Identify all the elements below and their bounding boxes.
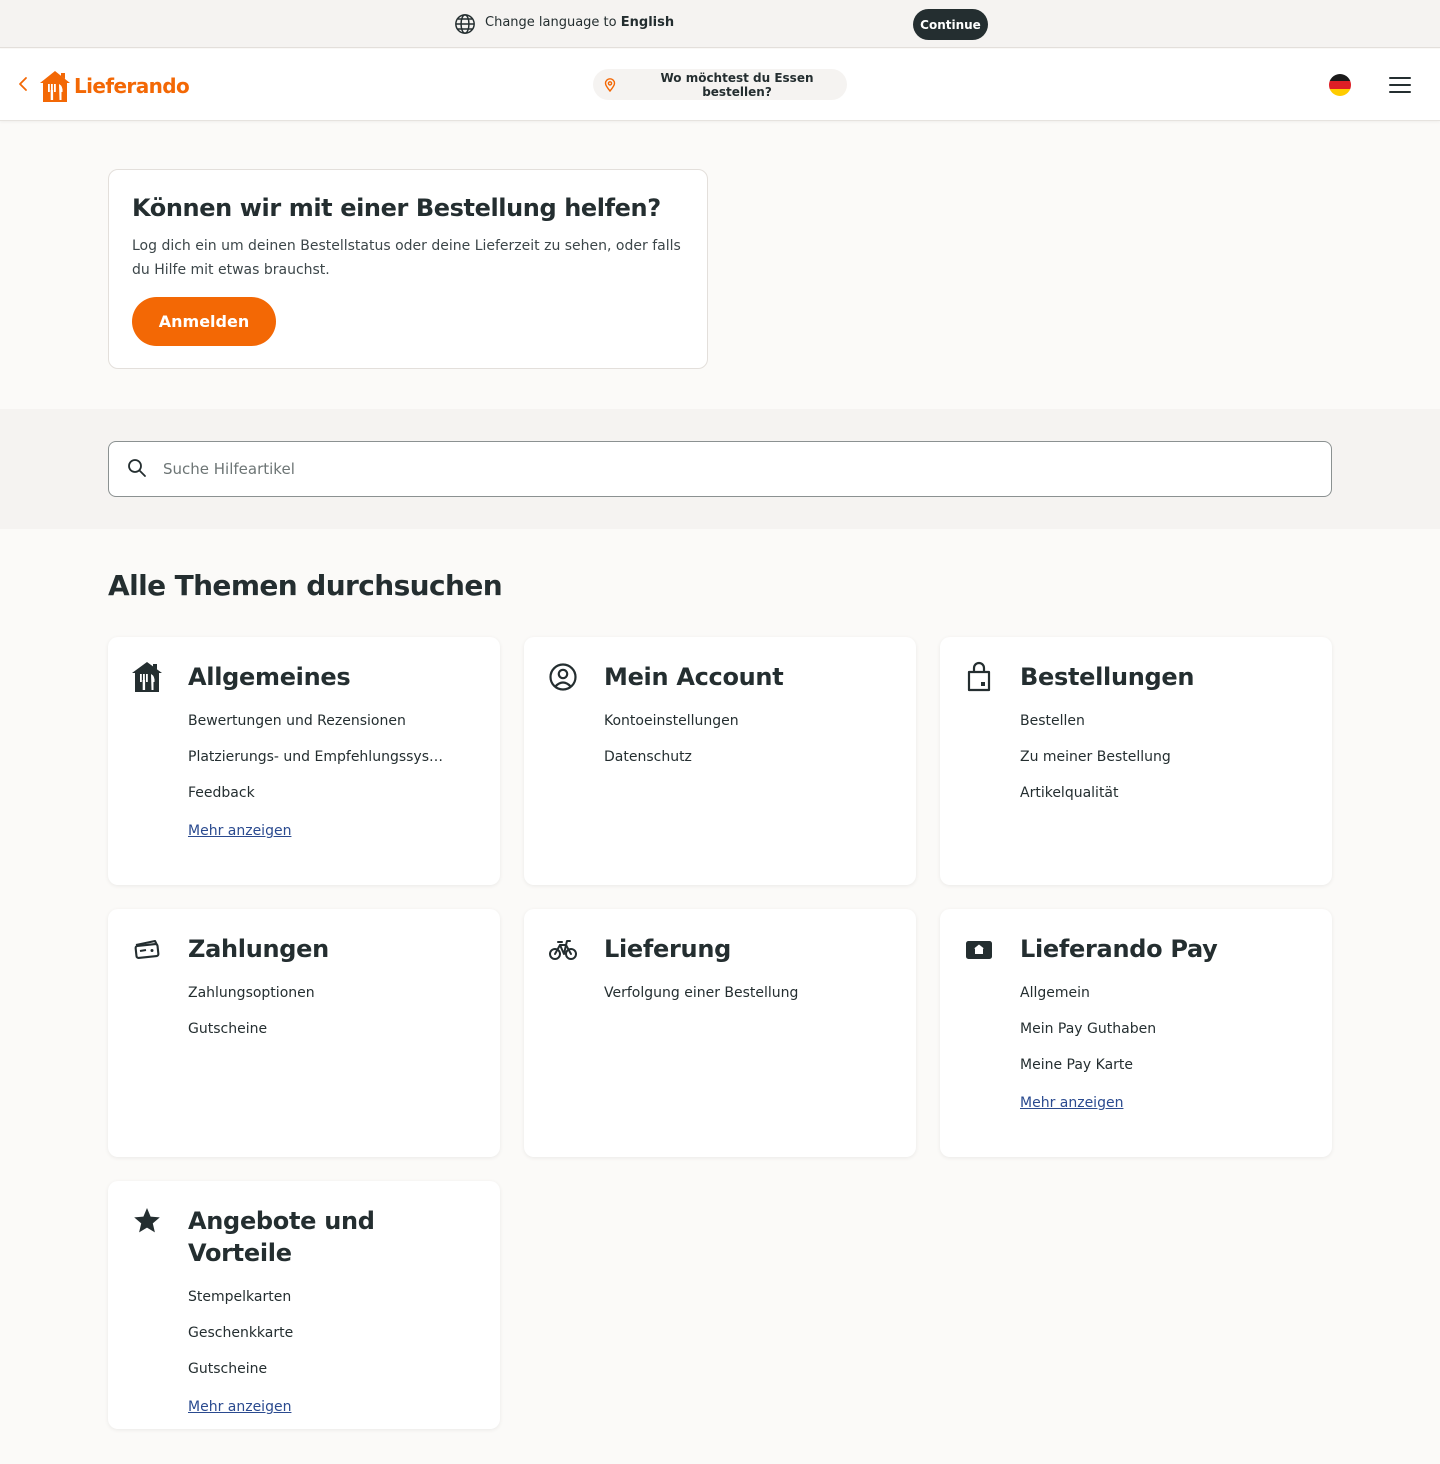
topic-title[interactable]: Mein Account: [604, 661, 894, 693]
topic-link[interactable]: Allgemein: [1020, 983, 1156, 1019]
hamburger-menu-icon[interactable]: [1388, 75, 1412, 95]
topic-link[interactable]: Artikelqualität: [1020, 783, 1171, 819]
topic-links: Stempelkarten Geschenkkarte Gutscheine: [188, 1287, 293, 1395]
topic-link[interactable]: Stempelkarten: [188, 1287, 293, 1323]
topic-links: Verfolgung einer Bestellung: [604, 983, 798, 1019]
location-pin-icon: [604, 77, 616, 92]
topic-link[interactable]: Meine Pay Karte: [1020, 1055, 1156, 1091]
topic-title[interactable]: Lieferung: [604, 933, 894, 965]
user-circle-icon: [549, 663, 577, 691]
login-card-title: Können wir mit einer Bestellung helfen?: [132, 194, 661, 222]
language-prompt: Change language to English: [485, 15, 674, 30]
topic-link[interactable]: Zu meiner Bestellung: [1020, 747, 1171, 783]
address-prompt: Wo möchtest du Essen bestellen?: [660, 70, 814, 99]
topic-card-allgemeines: Allgemeines Bewertungen und Rezensionen …: [108, 637, 500, 885]
topic-link[interactable]: Feedback: [188, 783, 443, 819]
topic-link[interactable]: Bestellen: [1020, 711, 1171, 747]
topic-links: Bestellen Zu meiner Bestellung Artikelqu…: [1020, 711, 1171, 819]
shopping-bag-icon: [967, 661, 991, 692]
search-input[interactable]: [163, 442, 1313, 496]
topics-section-title: Alle Themen durchsuchen: [108, 569, 503, 602]
lieferando-logo[interactable]: Lieferando: [39, 69, 190, 103]
topic-title[interactable]: Bestellungen: [1020, 661, 1310, 693]
topic-card-zahlungen: Zahlungen Zahlungsoptionen Gutscheine: [108, 909, 500, 1157]
topic-card-bestellungen: Bestellungen Bestellen Zu meiner Bestell…: [940, 637, 1332, 885]
continue-button[interactable]: Continue: [913, 9, 988, 40]
topic-title[interactable]: Angebote und Vorteile: [188, 1205, 478, 1269]
topic-link[interactable]: Platzierungs- und Empfehlungssys…: [188, 747, 443, 783]
topic-card-angebote-und-vorteile: Angebote und Vorteile Stempelkarten Gesc…: [108, 1181, 500, 1429]
search-box[interactable]: [108, 441, 1332, 497]
topic-links: Kontoeinstellungen Datenschutz: [604, 711, 739, 783]
topic-link[interactable]: Gutscheine: [188, 1019, 315, 1055]
topic-link[interactable]: Kontoeinstellungen: [604, 711, 739, 747]
lieferando-house-icon: [132, 662, 162, 692]
lieferando-house-icon: [40, 70, 70, 102]
login-card-text: Log dich ein um deinen Bestellstatus ode…: [132, 238, 681, 278]
topic-link[interactable]: Datenschutz: [604, 747, 739, 783]
login-button[interactable]: Anmelden: [132, 297, 276, 346]
language-prefix: Change language to: [485, 15, 617, 30]
topic-link[interactable]: Geschenkkarte: [188, 1323, 293, 1359]
language-bar: Change language to English Continue: [0, 0, 1440, 48]
wallet-icon: [966, 941, 992, 959]
topic-link[interactable]: Bewertungen und Rezensionen: [188, 711, 443, 747]
site-header: Lieferando Wo möchtest du Essen bestelle…: [0, 49, 1440, 121]
topic-link[interactable]: Verfolgung einer Bestellung: [604, 983, 798, 1019]
logo-text: Lieferando: [74, 74, 190, 98]
show-more-link[interactable]: Mehr anzeigen: [1020, 1095, 1123, 1111]
globe-icon: [455, 14, 475, 34]
search-icon: [128, 459, 146, 477]
show-more-link[interactable]: Mehr anzeigen: [188, 1399, 291, 1415]
topic-card-lieferung: Lieferung Verfolgung einer Bestellung: [524, 909, 916, 1157]
login-help-card: Können wir mit einer Bestellung helfen? …: [108, 169, 708, 369]
topic-title[interactable]: Allgemeines: [188, 661, 478, 693]
search-section: [0, 409, 1440, 529]
topic-card-lieferando-pay: Lieferando Pay Allgemein Mein Pay Guthab…: [940, 909, 1332, 1157]
show-more-link[interactable]: Mehr anzeigen: [188, 823, 291, 839]
topic-links: Allgemein Mein Pay Guthaben Meine Pay Ka…: [1020, 983, 1156, 1091]
star-icon: [134, 1208, 160, 1233]
topic-card-mein-account: Mein Account Kontoeinstellungen Datensch…: [524, 637, 916, 885]
topic-title[interactable]: Lieferando Pay: [1020, 933, 1310, 965]
address-selector-button[interactable]: Wo möchtest du Essen bestellen?: [593, 69, 847, 100]
topic-link[interactable]: Gutscheine: [188, 1359, 293, 1395]
german-flag-icon[interactable]: [1329, 74, 1351, 96]
language-name: English: [620, 15, 675, 30]
topic-link[interactable]: Mein Pay Guthaben: [1020, 1019, 1156, 1055]
topic-links: Zahlungsoptionen Gutscheine: [188, 983, 315, 1055]
topic-title[interactable]: Zahlungen: [188, 933, 478, 965]
topic-link[interactable]: Zahlungsoptionen: [188, 983, 315, 1019]
topic-links: Bewertungen und Rezensionen Platzierungs…: [188, 711, 443, 819]
bicycle-icon: [549, 940, 577, 960]
back-chevron-icon[interactable]: [16, 75, 30, 93]
payment-card-icon: [134, 939, 160, 959]
